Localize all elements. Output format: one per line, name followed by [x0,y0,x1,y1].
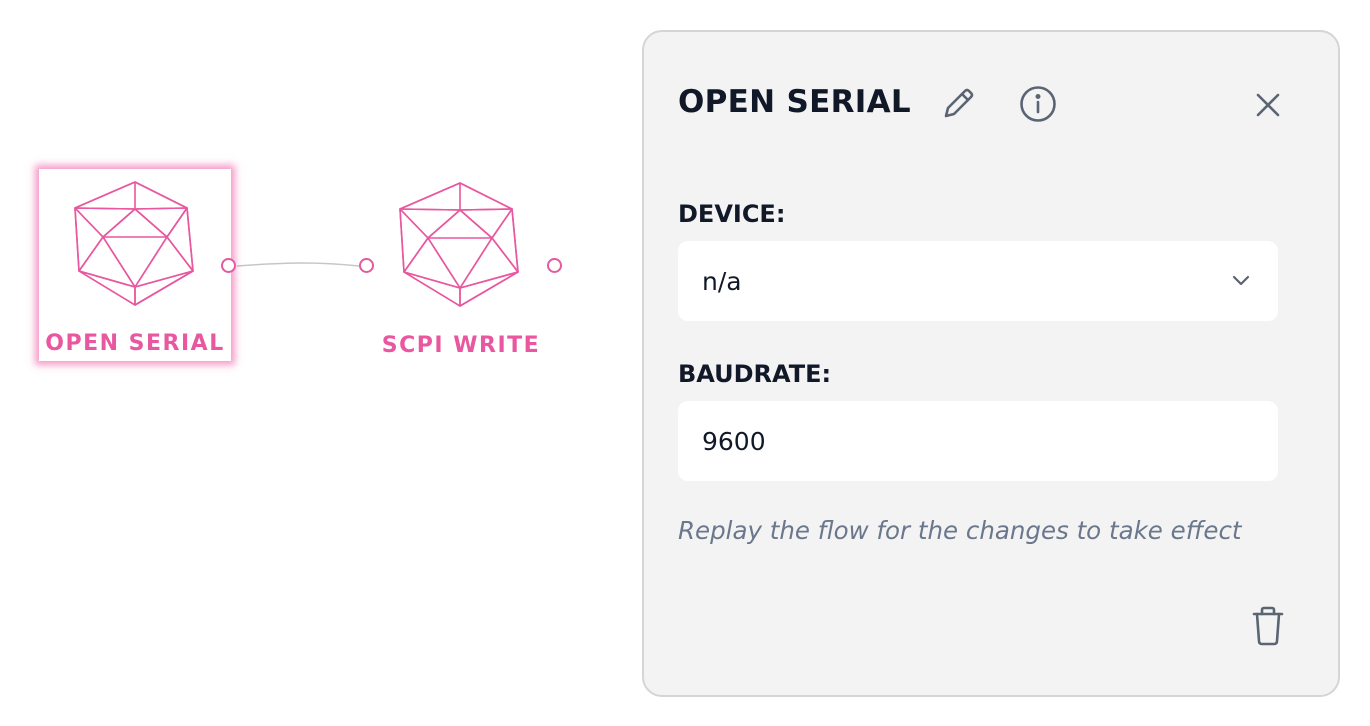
baudrate-value: 9600 [702,426,766,456]
node-open-serial[interactable]: OPEN SERIAL [39,169,231,361]
edit-button[interactable] [938,84,978,124]
baudrate-label: BAUDRATE: [678,360,832,388]
node-scpi-write[interactable]: SCPI WRITE [365,169,557,361]
close-button[interactable] [1250,87,1286,123]
icosahedron-icon [399,182,519,307]
node-settings-panel: OPEN SERIAL DEVICE: n/a BAUDRATE: 9600 R… [642,30,1340,697]
device-value: n/a [702,266,742,296]
device-select[interactable]: n/a [678,241,1278,321]
close-icon [1256,93,1280,117]
node-output-handle[interactable] [547,258,562,273]
baudrate-input[interactable]: 9600 [678,401,1278,481]
chevron-down-icon [1232,275,1250,286]
delete-node-button[interactable] [1248,604,1288,648]
info-icon [1020,86,1056,122]
pencil-icon [944,88,974,118]
panel-title: OPEN SERIAL [678,84,911,120]
icosahedron-icon [74,181,194,306]
trash-icon [1252,606,1284,646]
node-label: OPEN SERIAL [45,331,225,356]
node-label: SCPI WRITE [381,333,541,358]
replay-hint: Replay the flow for the changes to take … [678,516,1242,545]
device-label: DEVICE: [678,200,786,228]
flow-canvas: OPEN SERIAL SCPI WRITE OPEN SERIAL DEVIC… [0,0,1370,726]
info-button[interactable] [1018,84,1058,124]
node-output-handle[interactable] [221,258,236,273]
